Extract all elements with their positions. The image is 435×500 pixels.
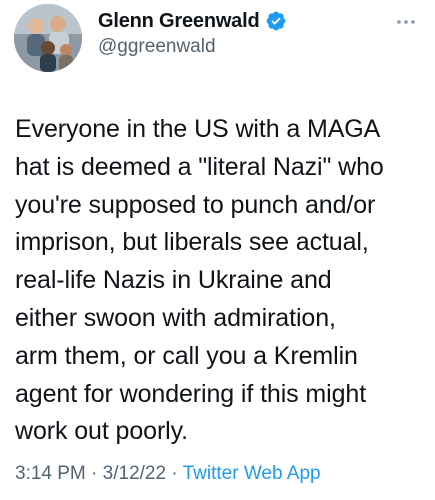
tweet-text: Everyone in the US with a MAGA hat is de… [15,115,384,446]
tweet-card: Glenn Greenwald @ggreenwald Everyone in … [0,0,435,500]
more-options-icon[interactable] [392,14,420,30]
meta-separator: · [85,463,103,484]
tweet-source-link[interactable]: Twitter Web App [183,463,321,484]
name-row: Glenn Greenwald [98,6,287,36]
tweet-metadata: 3:14 PM · 3/12/22 · Twitter Web App [15,463,321,485]
tweet-time[interactable]: 3:14 PM [15,463,86,484]
avatar[interactable] [14,4,82,72]
profile-photo [14,4,82,72]
handle[interactable]: @ggreenwald [98,36,216,58]
tweet-header: Glenn Greenwald @ggreenwald [14,0,424,80]
display-name[interactable]: Glenn Greenwald [98,10,260,33]
tweet-date[interactable]: 3/12/22 [103,463,166,484]
meta-separator: · [166,463,183,484]
verified-badge-icon [265,10,287,32]
